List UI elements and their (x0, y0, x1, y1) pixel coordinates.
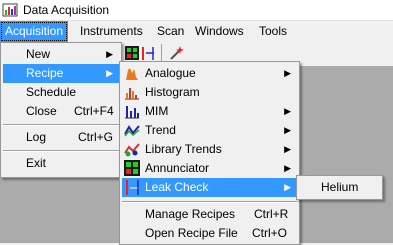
submenu-arrow-icon: ▶ (106, 68, 113, 78)
toolbar-leak-check-icon[interactable] (140, 45, 156, 61)
menu-item-log-label: Log (26, 130, 47, 144)
submenu-arrow-icon: ▶ (284, 182, 291, 192)
menu-item-manage-recipes-shortcut: Ctrl+R (254, 207, 289, 221)
menu-item-helium[interactable]: Helium (299, 178, 380, 197)
menu-item-open-recipe-file[interactable]: Open Recipe File Ctrl+O (122, 224, 297, 243)
histogram-icon (125, 88, 139, 100)
menu-item-close-label: Close (26, 104, 57, 118)
acquisition-menu: New ▶ Recipe ▶ Schedule Close Ctrl+F4 Lo… (0, 42, 122, 178)
menu-item-analogue[interactable]: Analogue ▶ (122, 64, 297, 83)
toolbar-acquisition-icon[interactable] (124, 45, 140, 61)
menu-item-new[interactable]: New ▶ (3, 45, 119, 64)
menu-item-manage-recipes-label: Manage Recipes (145, 207, 236, 221)
menu-separator (122, 201, 297, 203)
menu-item-mim-label: MIM (145, 104, 169, 118)
annunciator-icon (124, 160, 140, 176)
menu-item-close-shortcut: Ctrl+F4 (74, 104, 114, 118)
menu-separator (3, 124, 119, 126)
menu-item-close[interactable]: Close Ctrl+F4 (3, 102, 119, 121)
mim-icon (125, 106, 139, 119)
menu-windows[interactable]: Windows (190, 21, 249, 42)
menu-scan[interactable]: Scan (152, 21, 189, 42)
window-title: Data Acquisition (23, 3, 110, 17)
menu-bar: Acquisition Instruments Scan Windows Too… (0, 21, 393, 42)
menu-item-library-trends-label: Library Trends (145, 142, 222, 156)
menu-item-annunciator[interactable]: Annunciator ▶ (122, 159, 297, 178)
submenu-arrow-icon: ▶ (106, 49, 113, 59)
menu-item-trend-label: Trend (145, 123, 176, 137)
menu-instruments[interactable]: Instruments (75, 21, 148, 42)
menu-item-exit-label: Exit (26, 156, 47, 170)
title-bar: Data Acquisition (0, 0, 393, 21)
menu-item-open-recipe-file-shortcut: Ctrl+O (252, 226, 288, 240)
toolbar-separator (161, 44, 162, 62)
menu-item-manage-recipes[interactable]: Manage Recipes Ctrl+R (122, 205, 297, 224)
menu-item-new-label: New (26, 47, 51, 61)
menu-item-annunciator-label: Annunciator (145, 161, 210, 175)
menu-item-leak-check[interactable]: Leak Check ▶ (122, 178, 297, 197)
menu-item-log-shortcut: Ctrl+G (78, 130, 114, 144)
menu-item-open-recipe-file-label: Open Recipe File (145, 226, 238, 240)
menu-item-log[interactable]: Log Ctrl+G (3, 128, 119, 147)
menu-item-recipe[interactable]: Recipe ▶ (3, 64, 119, 83)
submenu-arrow-icon: ▶ (284, 125, 291, 135)
menu-item-trend[interactable]: Trend ▶ (122, 121, 297, 140)
analogue-icon (126, 68, 138, 80)
menu-item-exit[interactable]: Exit (3, 154, 119, 173)
menu-item-library-trends[interactable]: Library Trends ▶ (122, 140, 297, 159)
menu-item-helium-label: Helium (321, 180, 359, 194)
library-trends-icon (124, 143, 140, 157)
menu-item-analogue-label: Analogue (145, 66, 196, 80)
menu-tools[interactable]: Tools (254, 21, 292, 42)
menu-item-histogram[interactable]: Histogram (122, 83, 297, 102)
menu-separator (3, 150, 119, 152)
submenu-arrow-icon: ▶ (284, 106, 291, 116)
submenu-arrow-icon: ▶ (284, 144, 291, 154)
menu-acquisition[interactable]: Acquisition (0, 21, 69, 42)
submenu-arrow-icon: ▶ (284, 68, 291, 78)
trend-icon (124, 125, 140, 137)
menu-item-leak-check-label: Leak Check (145, 180, 209, 194)
menu-item-histogram-label: Histogram (145, 85, 200, 99)
menu-item-recipe-label: Recipe (26, 66, 64, 80)
submenu-arrow-icon: ▶ (284, 163, 291, 173)
menu-item-mim[interactable]: MIM ▶ (122, 102, 297, 121)
menu-item-schedule[interactable]: Schedule (3, 83, 119, 102)
app-icon (2, 3, 18, 17)
menu-item-schedule-label: Schedule (26, 85, 77, 99)
recipe-submenu: Analogue ▶ Histogram MIM ▶ Trend ▶ Libra… (119, 61, 300, 245)
magic-wand-icon[interactable] (168, 45, 184, 61)
leak-check-submenu: Helium (296, 175, 383, 200)
leak-check-icon (126, 180, 139, 195)
